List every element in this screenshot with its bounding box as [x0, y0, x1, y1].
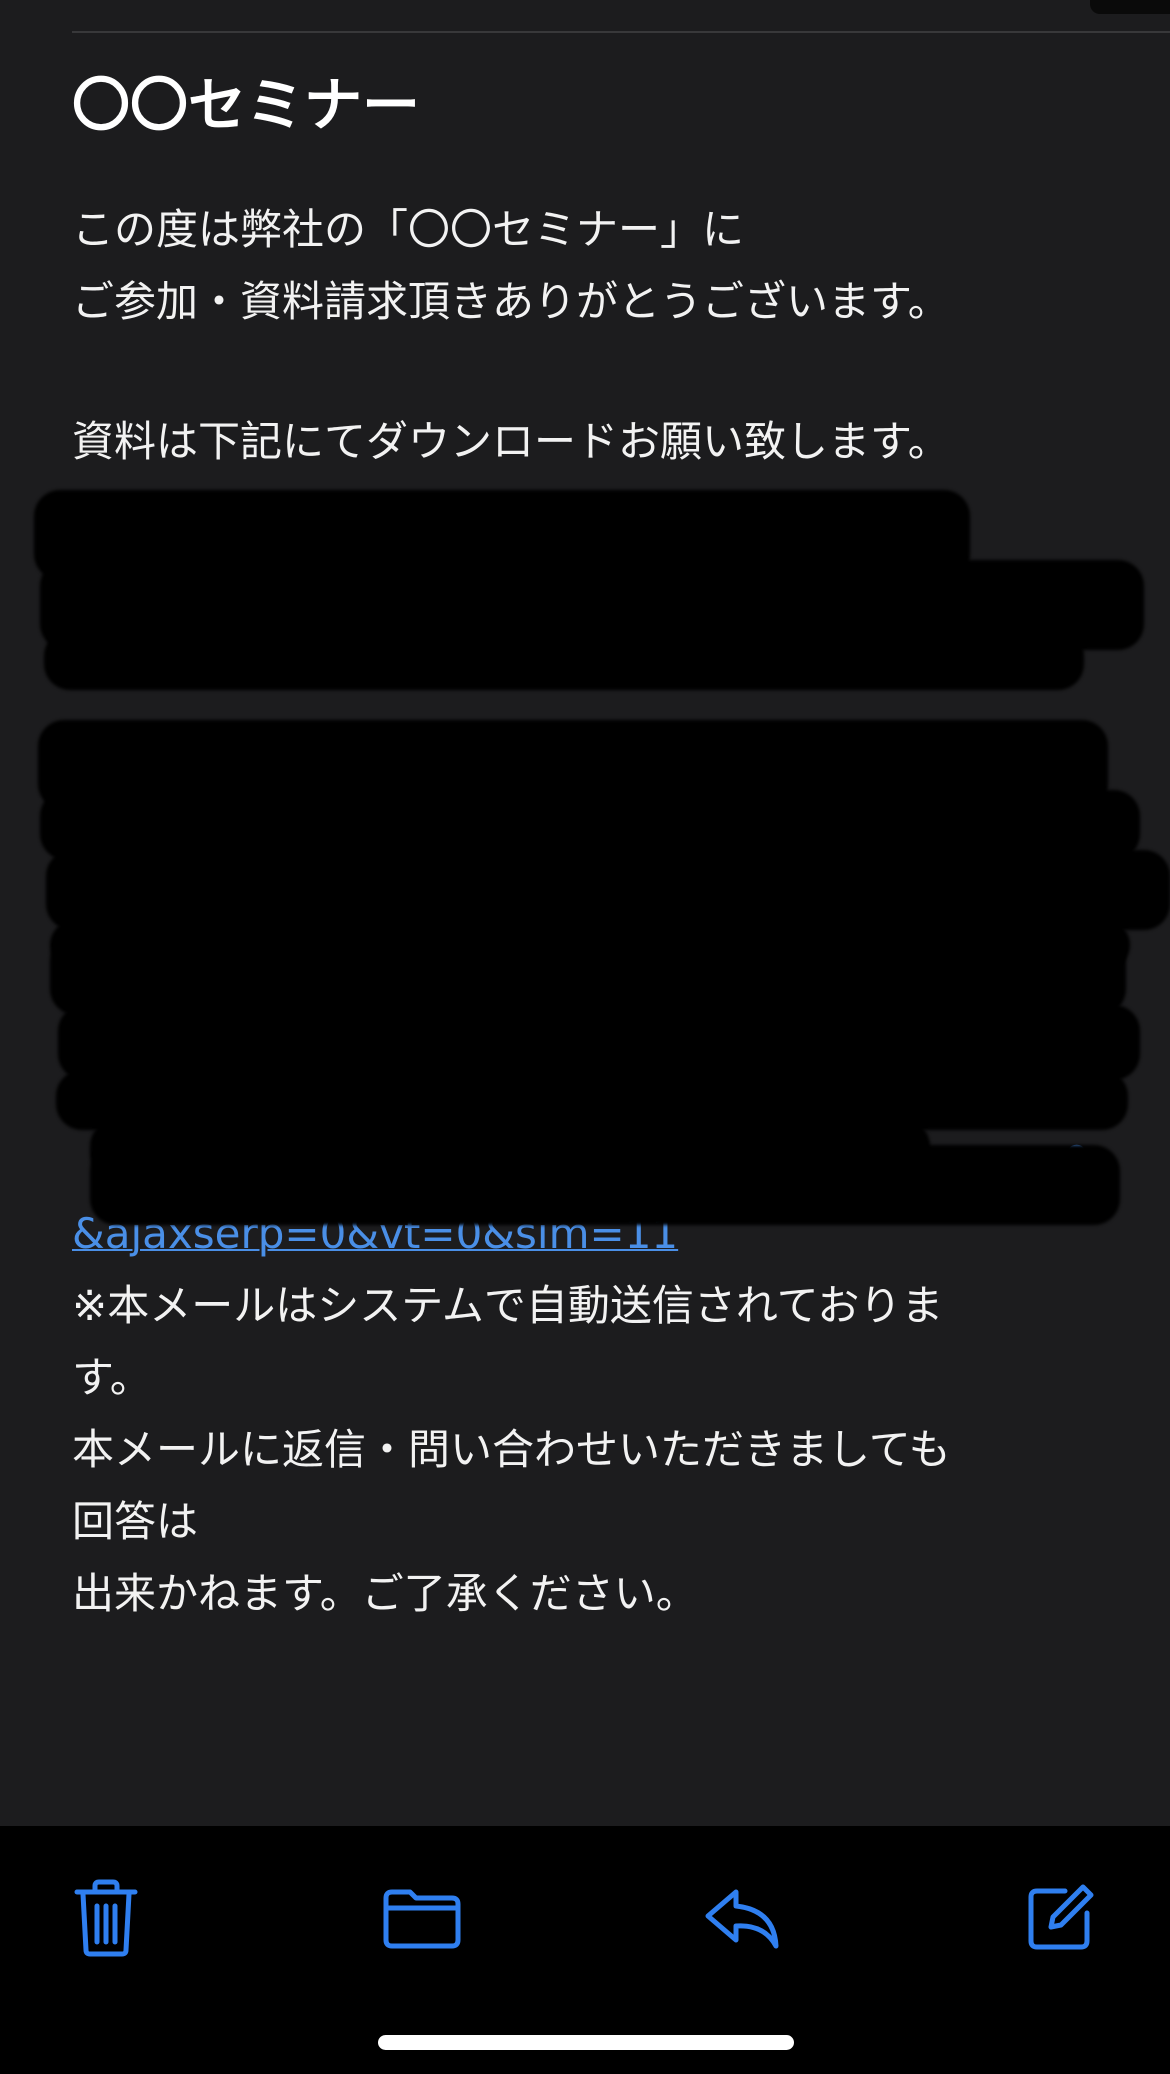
- footer-line: す。: [72, 1353, 152, 1402]
- footer-line: ※本メールはシステムで自動送信されておりま: [72, 1281, 944, 1330]
- trash-icon: [74, 1879, 138, 1957]
- link-fragment[interactable]: t: [1072, 838, 1088, 910]
- top-redaction-blot: [1090, 0, 1170, 14]
- link-fragment[interactable]: &ajaxserp=0&vt=0&sim=11: [72, 1198, 1112, 1270]
- link-line[interactable]: t: [72, 838, 1112, 910]
- folder-icon: [383, 1889, 461, 1949]
- footer-line: 本メールに返信・問い合わせいただきましても: [72, 1425, 951, 1474]
- compose-icon: [1028, 1884, 1094, 1950]
- link-fragment[interactable]: ww.ne: [961, 766, 1092, 838]
- link-fragment[interactable]: des/search?: [702, 478, 952, 550]
- link-line[interactable]: ww.ne: [72, 766, 1112, 838]
- link-line[interactable]: EEAD2: [72, 1054, 1112, 1126]
- download-note: 資料は下記にてダウンロードお願い致します。: [72, 417, 950, 466]
- compose-button[interactable]: [1012, 1870, 1108, 1966]
- message-subject: 〇〇セミナー: [72, 71, 421, 139]
- link-line[interactable]: des/search?: [72, 478, 1112, 550]
- body-line: ご参加・資料請求頂きありがとうございます。: [72, 277, 950, 326]
- link-line[interactable]: [72, 694, 1112, 766]
- move-to-folder-button[interactable]: [374, 1870, 470, 1966]
- home-indicator[interactable]: [378, 2035, 794, 2050]
- link-fragment[interactable]: EEAD2: [947, 1054, 1088, 1126]
- message-body: 〇〇セミナー この度は弊社の「〇〇セミナー」に ご参加・資料請求頂きありがとうご…: [72, 60, 1112, 1630]
- link-fragment[interactable]: 97C14407C7BD7520A585ACEDCA3279676: [72, 622, 1112, 694]
- reply-icon: [705, 1889, 779, 1949]
- header-divider: [72, 31, 1170, 33]
- footer-line: 出来かねます。ご了承ください。: [72, 1569, 698, 1618]
- link-fragment[interactable]: 0: [1063, 1126, 1090, 1198]
- link-line[interactable]: [72, 982, 1112, 1054]
- link-line[interactable]: %e7: [72, 910, 1112, 982]
- link-line[interactable]: 0: [72, 1126, 1112, 1198]
- link-fragment[interactable]: %e7: [1000, 910, 1092, 982]
- link-line[interactable]: CD: [72, 550, 1112, 622]
- link-fragment[interactable]: CD: [1020, 550, 1082, 622]
- delete-button[interactable]: [58, 1870, 154, 1966]
- body-line: この度は弊社の「〇〇セミナー」に: [72, 205, 745, 254]
- footer-line: 回答は: [72, 1497, 199, 1546]
- reply-button[interactable]: [694, 1870, 790, 1966]
- download-link[interactable]: des/search? CD 97C14407C7BD7520A585ACEDC…: [72, 478, 1112, 1270]
